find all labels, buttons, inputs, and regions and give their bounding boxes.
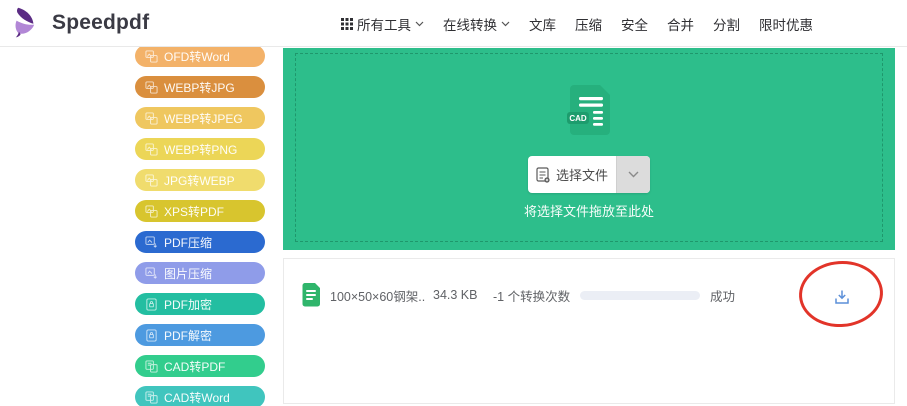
sidebar-item-cad-to-word[interactable]: CAD转Word — [135, 386, 265, 406]
nav-limited-offer[interactable]: 限时优惠 — [759, 14, 813, 34]
file-result-row: 100×50×60钢架... 34.3 KB -1 个转换次数 成功 — [284, 279, 894, 311]
nav-label: 合并 — [667, 17, 694, 33]
select-file-label: 选择文件 — [555, 168, 608, 183]
sidebar-item-webp-to-jpeg[interactable]: WEBP转JPEG — [135, 107, 265, 129]
download-icon — [835, 290, 849, 304]
image-convert-icon — [145, 142, 158, 156]
chevron-down-icon — [628, 171, 639, 178]
conversion-result-panel: 100×50×60钢架... 34.3 KB -1 个转换次数 成功 — [283, 258, 895, 404]
sidebar-item-label: PDF解密 — [164, 328, 213, 343]
sidebar-item-label: WEBP转PNG — [164, 142, 238, 157]
compress-icon — [145, 235, 158, 249]
svg-text:CAD: CAD — [569, 114, 587, 123]
image-convert-icon — [145, 204, 158, 218]
download-button[interactable] — [833, 288, 851, 306]
nav-all-tools[interactable]: 所有工具 — [341, 14, 424, 34]
image-convert-icon — [145, 173, 158, 187]
sidebar-item-label: WEBP转JPEG — [164, 111, 243, 126]
nav-label: 限时优惠 — [759, 17, 813, 33]
sidebar-item-jpg-to-webp[interactable]: JPG转WEBP — [135, 169, 265, 191]
sidebar-item-label: 图片压缩 — [164, 266, 213, 281]
sidebar-item-ofd-to-word[interactable]: OFD转Word — [135, 45, 265, 67]
sidebar-item-cad-to-pdf[interactable]: CAD转PDF — [135, 355, 265, 377]
sidebar-item-xps-to-pdf[interactable]: XPS转PDF — [135, 200, 265, 222]
select-file-dropdown[interactable] — [616, 156, 650, 193]
file-name: 100×50×60钢架... — [330, 289, 426, 304]
select-file-button[interactable]: 选择文件 — [528, 156, 616, 193]
lock-icon — [145, 297, 158, 311]
grid-icon — [341, 17, 353, 30]
nav-label: 在线转换 — [443, 17, 497, 33]
logo-text: Speedpdf — [52, 11, 150, 34]
sidebar-item-label: PDF加密 — [164, 297, 213, 312]
document-add-icon — [536, 166, 550, 183]
nav-label: 文库 — [529, 17, 556, 33]
sidebar-item-pdf-compress[interactable]: PDF压缩 — [135, 231, 265, 253]
sidebar-item-label: PDF压缩 — [164, 235, 213, 250]
main-nav: 所有工具 在线转换 文库 压缩 安全 合并 分割 限时优惠 — [341, 0, 813, 47]
tools-sidebar: OFD转Word WEBP转JPG WEBP转JPEG WEBP转PNG JPG… — [135, 45, 265, 406]
nav-label: 所有工具 — [357, 17, 411, 33]
cad-file-type-icon: CAD — [565, 84, 613, 141]
sidebar-item-pdf-decrypt[interactable]: PDF解密 — [135, 324, 265, 346]
status-text: 成功 — [710, 289, 736, 304]
sidebar-item-label: XPS转PDF — [164, 204, 225, 219]
image-convert-icon — [145, 111, 158, 125]
butterfly-logo-icon — [15, 7, 35, 38]
nav-online-convert[interactable]: 在线转换 — [443, 14, 510, 34]
sidebar-item-label: CAD转Word — [164, 390, 230, 405]
nav-label: 安全 — [621, 17, 648, 33]
sidebar-item-label: JPG转WEBP — [164, 173, 235, 188]
nav-compress[interactable]: 压缩 — [575, 14, 602, 34]
chevron-down-icon — [501, 21, 510, 26]
doc-convert-icon — [145, 359, 158, 373]
drop-hint-text: 将选择文件拖放至此处 — [523, 204, 654, 219]
sidebar-item-webp-to-png[interactable]: WEBP转PNG — [135, 138, 265, 160]
speedpdf-logo[interactable]: Speedpdf — [10, 7, 149, 39]
sidebar-item-webp-to-jpg[interactable]: WEBP转JPG — [135, 76, 265, 98]
sidebar-item-label: WEBP转JPG — [164, 80, 235, 95]
nav-library[interactable]: 文库 — [529, 14, 556, 34]
image-convert-icon — [145, 80, 158, 94]
sidebar-item-label: OFD转Word — [164, 49, 230, 64]
file-size: 34.3 KB — [433, 288, 478, 302]
nav-security[interactable]: 安全 — [621, 14, 648, 34]
top-header: Speedpdf 所有工具 在线转换 文库 压缩 安全 合并 分割 限时优惠 — [0, 0, 907, 47]
conversions-left: -1 个转换次数 — [493, 289, 571, 304]
nav-split[interactable]: 分割 — [713, 14, 740, 34]
upload-dropzone[interactable]: CAD 选择文件 将选择文件拖放至此处 — [283, 48, 895, 250]
image-convert-icon — [145, 49, 158, 63]
select-file-button-group: 选择文件 — [528, 156, 650, 193]
nav-label: 分割 — [713, 17, 740, 33]
sidebar-item-label: CAD转PDF — [164, 359, 226, 374]
green-file-icon — [301, 282, 321, 308]
lock-icon — [145, 328, 158, 342]
chevron-down-icon — [415, 21, 424, 26]
speedpdf-page: Speedpdf 所有工具 在线转换 文库 压缩 安全 合并 分割 限时优惠 O… — [0, 0, 907, 406]
doc-convert-icon — [145, 390, 158, 404]
progress-bar — [580, 290, 700, 300]
nav-merge[interactable]: 合并 — [667, 14, 694, 34]
sidebar-item-pdf-encrypt[interactable]: PDF加密 — [135, 293, 265, 315]
compress-icon — [145, 266, 158, 280]
sidebar-item-image-compress[interactable]: 图片压缩 — [135, 262, 265, 284]
nav-label: 压缩 — [575, 17, 602, 33]
